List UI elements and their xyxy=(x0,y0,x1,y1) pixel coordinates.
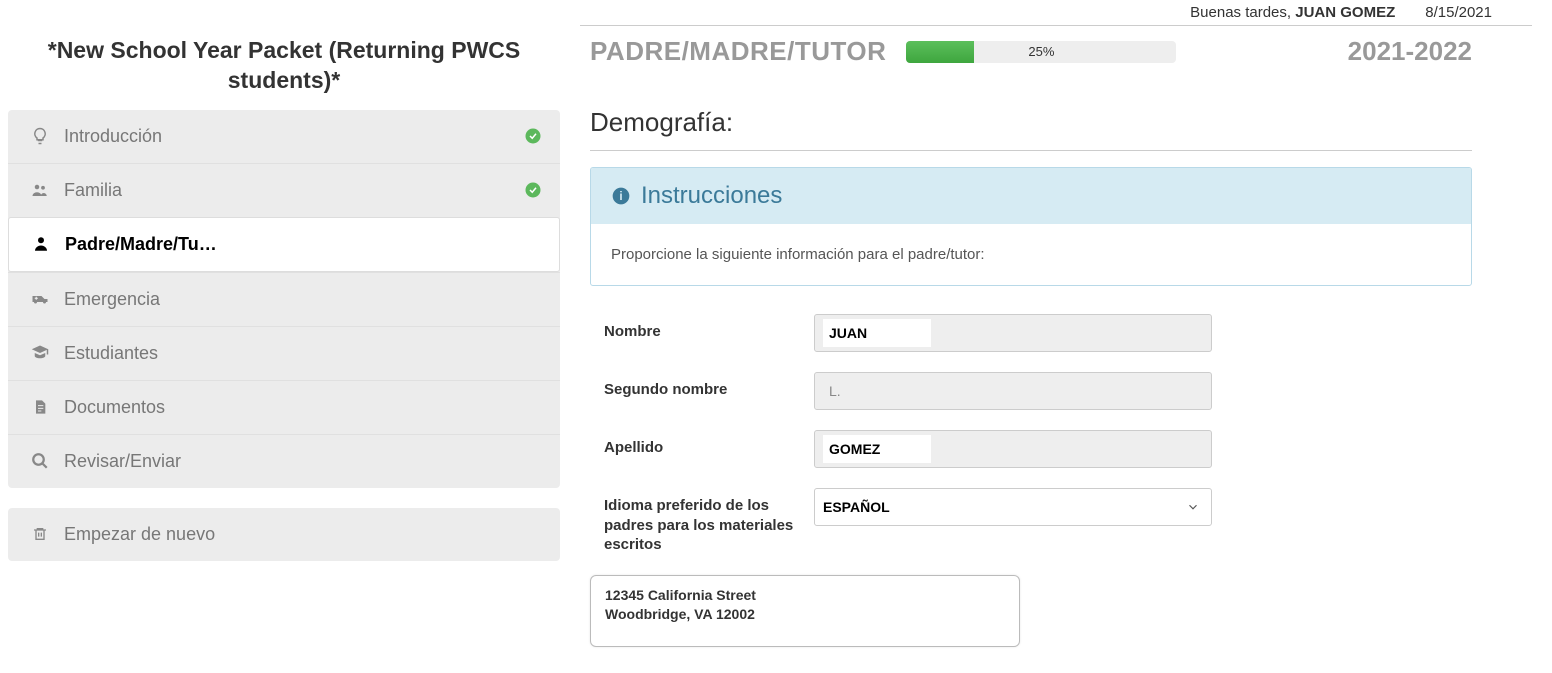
select-idioma[interactable]: ESPAÑOL xyxy=(814,488,1212,526)
info-icon: i xyxy=(611,186,631,206)
sidebar: *New School Year Packet (Returning PWCS … xyxy=(0,26,560,667)
nav-item-documentos[interactable]: Documentos xyxy=(8,380,560,434)
instructions-box: i Instrucciones Proporcione la siguiente… xyxy=(590,167,1472,286)
input-wrap-nombre xyxy=(814,314,1212,352)
instructions-title: Instrucciones xyxy=(641,182,782,210)
nav-label: Estudiantes xyxy=(64,343,158,364)
nav-label: Padre/Madre/Tu… xyxy=(65,234,217,255)
check-icon xyxy=(524,181,542,199)
row-nombre: Nombre xyxy=(590,314,1472,352)
nav-list: Introducción Familia Padre/Madre/Tu… xyxy=(8,110,560,488)
select-wrap-idioma: ESPAÑOL xyxy=(814,488,1212,526)
lightbulb-icon xyxy=(26,127,54,145)
person-icon xyxy=(27,235,55,253)
instructions-header: i Instrucciones xyxy=(591,168,1471,224)
label-idioma: Idioma preferido de los padres para los … xyxy=(604,488,814,555)
input-segundo[interactable] xyxy=(823,377,1203,405)
greeting-label: Buenas tardes, xyxy=(1190,4,1291,21)
nav-label: Introducción xyxy=(64,126,162,147)
graduation-icon xyxy=(26,344,54,362)
input-nombre[interactable] xyxy=(823,319,931,347)
school-year: 2021-2022 xyxy=(1348,36,1472,67)
input-wrap-apellido xyxy=(814,430,1212,468)
input-apellido[interactable] xyxy=(823,435,931,463)
document-icon xyxy=(26,398,54,416)
row-idioma: Idioma preferido de los padres para los … xyxy=(590,488,1472,555)
trash-icon xyxy=(26,525,54,543)
nav-label: Emergencia xyxy=(64,289,160,310)
nav-item-padre[interactable]: Padre/Madre/Tu… xyxy=(8,217,560,272)
nav-item-introduccion[interactable]: Introducción xyxy=(8,110,560,163)
instructions-body: Proporcione la siguiente información par… xyxy=(591,224,1471,285)
label-segundo: Segundo nombre xyxy=(604,372,814,400)
nav-item-estudiantes[interactable]: Estudiantes xyxy=(8,326,560,380)
address-line2: Woodbridge, VA 12002 xyxy=(605,605,1005,625)
input-wrap-segundo xyxy=(814,372,1212,410)
address-line1: 12345 California Street xyxy=(605,586,1005,606)
main-header: PADRE/MADRE/TUTOR 25% 2021-2022 xyxy=(590,36,1472,67)
nav-item-emergencia[interactable]: Emergencia xyxy=(8,272,560,326)
main-content: PADRE/MADRE/TUTOR 25% 2021-2022 Demograf… xyxy=(560,26,1552,667)
nav-label: Familia xyxy=(64,180,122,201)
nav-item-familia[interactable]: Familia xyxy=(8,163,560,217)
check-icon xyxy=(524,127,542,145)
people-icon xyxy=(26,181,54,199)
section-title: Demografía: xyxy=(590,107,1472,138)
row-segundo: Segundo nombre xyxy=(590,372,1472,410)
nav-label: Revisar/Enviar xyxy=(64,451,181,472)
section-divider xyxy=(590,150,1472,151)
row-apellido: Apellido xyxy=(590,430,1472,468)
progress-text: 25% xyxy=(1028,44,1054,59)
label-apellido: Apellido xyxy=(604,430,814,458)
breadcrumb: PADRE/MADRE/TUTOR xyxy=(590,36,886,67)
sidebar-title: *New School Year Packet (Returning PWCS … xyxy=(8,26,560,110)
progress-fill xyxy=(906,41,974,63)
restart-button[interactable]: Empezar de nuevo xyxy=(8,508,560,561)
search-icon xyxy=(26,452,54,470)
label-nombre: Nombre xyxy=(604,314,814,342)
restart-label: Empezar de nuevo xyxy=(64,524,215,545)
svg-text:i: i xyxy=(619,190,622,203)
progress-bar: 25% xyxy=(906,41,1176,63)
current-date: 8/15/2021 xyxy=(1425,4,1492,21)
greeting-text: Buenas tardes, JUAN GOMEZ xyxy=(1190,4,1395,21)
address-box[interactable]: 12345 California Street Woodbridge, VA 1… xyxy=(590,575,1020,647)
top-bar: Buenas tardes, JUAN GOMEZ 8/15/2021 xyxy=(0,0,1552,25)
nav-item-revisar[interactable]: Revisar/Enviar xyxy=(8,434,560,488)
nav-label: Documentos xyxy=(64,397,165,418)
restart-section: Empezar de nuevo xyxy=(8,508,560,561)
ambulance-icon xyxy=(26,290,54,308)
user-name: JUAN GOMEZ xyxy=(1295,4,1395,21)
